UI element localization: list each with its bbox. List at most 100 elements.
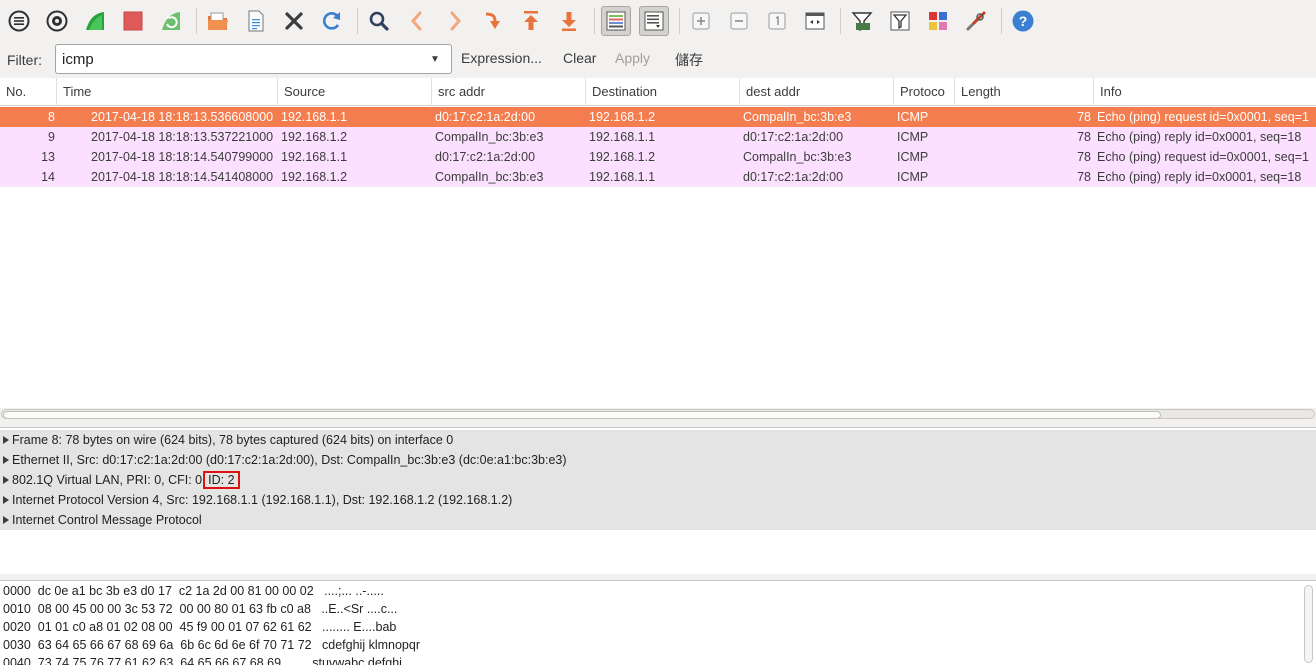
hex-row[interactable]: 0010 08 00 45 00 00 3c 53 72 00 00 80 01… [3, 600, 397, 618]
auto-scroll-icon[interactable] [639, 6, 669, 36]
tree-item-ethernet[interactable]: Ethernet II, Src: d0:17:c2:1a:2d:00 (d0:… [0, 450, 1316, 470]
find-packet-icon[interactable] [364, 6, 394, 36]
cell-dest-addr: d0:17:c2:1a:2d:00 [743, 130, 844, 144]
column-header-time[interactable]: Time [57, 78, 278, 106]
restart-capture-icon[interactable] [156, 6, 186, 36]
stop-capture-icon[interactable] [118, 6, 148, 36]
display-filters-icon[interactable] [885, 6, 915, 36]
expand-arrow-icon[interactable] [3, 436, 9, 444]
zoom-in-icon[interactable] [686, 6, 716, 36]
expand-arrow-icon[interactable] [3, 476, 9, 484]
go-back-icon[interactable] [402, 6, 432, 36]
tree-item-vlan[interactable]: 802.1Q Virtual LAN, PRI: 0, CFI: 0 ID: 2 [0, 470, 1316, 490]
main-toolbar: ? [0, 0, 1316, 42]
toolbar-separator [357, 8, 358, 34]
normal-size-icon[interactable] [762, 6, 792, 36]
go-last-packet-icon[interactable] [554, 6, 584, 36]
tree-item-label: 802.1Q Virtual LAN, PRI: 0, CFI: 0 ID: 2 [12, 470, 240, 490]
chevron-down-icon[interactable]: ▼ [419, 45, 451, 73]
tree-item-label: Internet Protocol Version 4, Src: 192.16… [12, 493, 513, 507]
tree-item-ip[interactable]: Internet Protocol Version 4, Src: 192.16… [0, 490, 1316, 510]
cell-no: 9 [48, 130, 55, 144]
scrollbar-trough[interactable] [1, 409, 1315, 419]
cell-destination: 192.168.1.2 [589, 110, 656, 124]
svg-text:?: ? [1019, 13, 1028, 29]
expression-button[interactable]: Expression... [461, 50, 542, 66]
packet-list-horizontal-scrollbar[interactable] [0, 408, 1316, 422]
column-header-src-addr[interactable]: src addr [432, 78, 586, 106]
go-first-packet-icon[interactable] [516, 6, 546, 36]
save-filter-button[interactable]: 儲存 [675, 50, 703, 70]
coloring-rules-icon[interactable] [923, 6, 953, 36]
start-capture-icon[interactable] [80, 6, 110, 36]
packet-row-selected[interactable]: 8 2017-04-18 18:18:13.536608000 192.168.… [0, 107, 1316, 127]
column-header-protocol[interactable]: Protoco [894, 78, 955, 106]
expand-arrow-icon[interactable] [3, 496, 9, 504]
expand-arrow-icon[interactable] [3, 516, 9, 524]
cell-protocol: ICMP [897, 150, 929, 164]
colorize-list-icon[interactable] [601, 6, 631, 36]
toolbar-separator [594, 8, 595, 34]
column-header-source[interactable]: Source [278, 78, 432, 106]
cell-src-addr: CompalIn_bc:3b:e3 [435, 130, 544, 144]
cell-destination: 192.168.1.1 [589, 170, 656, 184]
open-file-icon[interactable] [203, 6, 233, 36]
filter-input[interactable] [56, 50, 416, 68]
filter-combobox[interactable]: ▼ [55, 44, 452, 74]
column-header-length[interactable]: Length [955, 78, 1094, 106]
cell-length: 78 [1077, 130, 1091, 144]
expand-arrow-icon[interactable] [3, 456, 9, 464]
toolbar-separator [196, 8, 197, 34]
clear-button[interactable]: Clear [563, 50, 596, 66]
column-header-dest-addr[interactable]: dest addr [740, 78, 894, 106]
column-header-destination[interactable]: Destination [586, 78, 740, 106]
packet-row[interactable]: 9 2017-04-18 18:18:13.537221000 192.168.… [0, 127, 1316, 147]
reload-icon[interactable] [317, 6, 347, 36]
go-to-packet-icon[interactable] [478, 6, 508, 36]
vlan-prefix: 802.1Q Virtual LAN, PRI: 0, CFI: 0 [12, 473, 203, 487]
hex-row[interactable]: 0030 63 64 65 66 67 68 69 6a 6b 6c 6d 6e… [3, 636, 420, 654]
close-file-icon[interactable] [279, 6, 309, 36]
cell-destination: 192.168.1.2 [589, 150, 656, 164]
go-forward-icon[interactable] [440, 6, 470, 36]
scrollbar-thumb[interactable] [3, 411, 1161, 419]
toolbar-separator [1001, 8, 1002, 34]
preferences-icon[interactable] [961, 6, 991, 36]
zoom-out-icon[interactable] [724, 6, 754, 36]
cell-info: Echo (ping) request id=0x0001, seq=1 [1097, 150, 1309, 164]
bytes-vertical-scrollbar[interactable] [1304, 585, 1313, 663]
column-header-no[interactable]: No. [0, 78, 57, 106]
tree-item-label: Ethernet II, Src: d0:17:c2:1a:2d:00 (d0:… [12, 453, 567, 467]
cell-protocol: ICMP [897, 110, 929, 124]
filter-bar: Filter: ▼ Expression... Clear Apply 儲存 [0, 42, 1316, 77]
help-icon[interactable]: ? [1008, 6, 1038, 36]
filter-label: Filter: [7, 51, 42, 68]
tree-item-label: Internet Control Message Protocol [12, 513, 202, 527]
tree-item-label: Frame 8: 78 bytes on wire (624 bits), 78… [12, 433, 454, 447]
hex-row[interactable]: 0040 73 74 75 76 77 61 62 63 64 65 66 67… [3, 654, 402, 665]
save-file-icon[interactable] [241, 6, 271, 36]
apply-button[interactable]: Apply [615, 50, 650, 66]
cell-time: 2017-04-18 18:18:13.536608000 [91, 110, 274, 124]
packet-row[interactable]: 14 2017-04-18 18:18:14.541408000 192.168… [0, 167, 1316, 187]
packet-row[interactable]: 13 2017-04-18 18:18:14.540799000 192.168… [0, 147, 1316, 167]
cell-source: 192.168.1.2 [281, 130, 348, 144]
tree-item-icmp[interactable]: Internet Control Message Protocol [0, 510, 1316, 530]
hex-row[interactable]: 0020 01 01 c0 a8 01 02 08 00 45 f9 00 01… [3, 618, 396, 636]
cell-src-addr: d0:17:c2:1a:2d:00 [435, 150, 536, 164]
cell-length: 78 [1077, 110, 1091, 124]
capture-filters-icon[interactable] [847, 6, 877, 36]
list-interfaces-icon[interactable] [4, 6, 34, 36]
cell-no: 14 [41, 170, 55, 184]
resize-columns-icon[interactable] [800, 6, 830, 36]
vlan-id-highlight: ID: 2 [203, 471, 240, 489]
cell-protocol: ICMP [897, 170, 929, 184]
column-header-info[interactable]: Info [1094, 78, 1316, 106]
hex-row[interactable]: 0000 dc 0e a1 bc 3b e3 d0 17 c2 1a 2d 00… [3, 582, 384, 600]
capture-options-icon[interactable] [42, 6, 72, 36]
packet-bytes-pane: 0000 dc 0e a1 bc 3b e3 d0 17 c2 1a 2d 00… [0, 580, 1316, 665]
cell-destination: 192.168.1.1 [589, 130, 656, 144]
packet-list: No. Time Source src addr Destination des… [0, 78, 1316, 408]
cell-dest-addr: CompalIn_bc:3b:e3 [743, 150, 852, 164]
tree-item-frame[interactable]: Frame 8: 78 bytes on wire (624 bits), 78… [0, 430, 1316, 450]
